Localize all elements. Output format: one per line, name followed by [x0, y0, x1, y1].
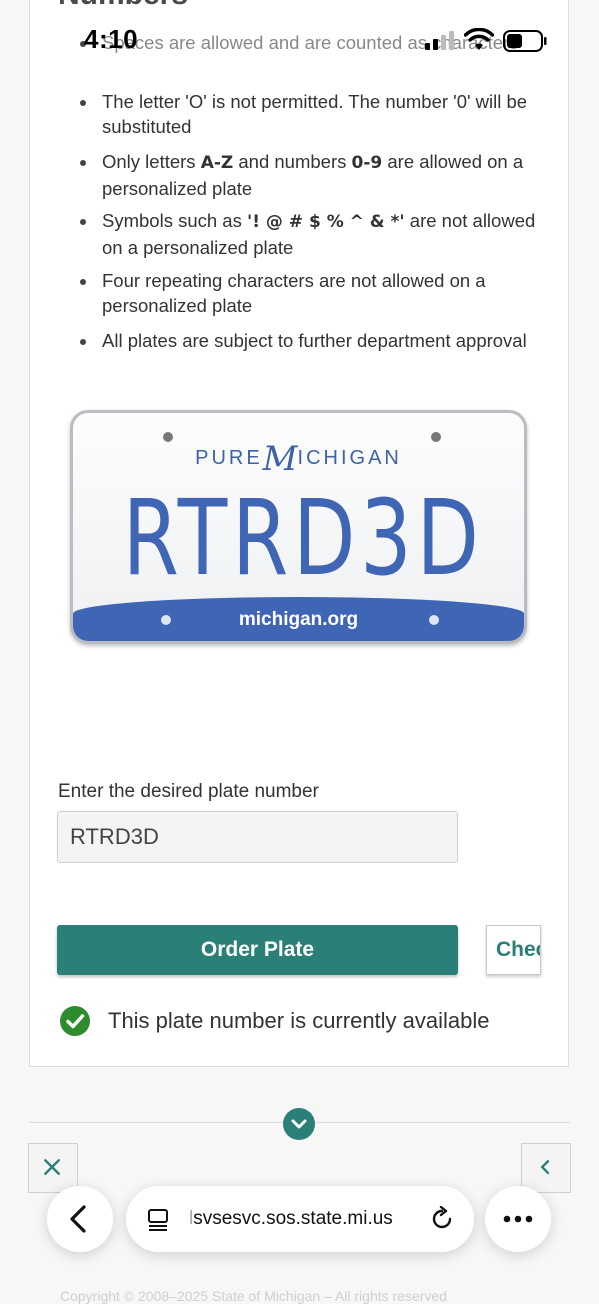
more-options-button[interactable]	[485, 1186, 551, 1252]
status-bar: 4:10	[0, 0, 599, 80]
close-icon	[44, 1159, 60, 1175]
license-plate-preview: PUREMICHIGAN RTRD3D michigan.org	[70, 410, 527, 644]
status-time: 4:10	[84, 24, 139, 54]
rule-item: All plates are subject to further depart…	[80, 328, 527, 353]
chevron-down-icon	[291, 1119, 307, 1129]
plate-number-preview: RTRD3D	[122, 477, 484, 599]
rule-item: Only letters A-Z and numbers 0-9 are all…	[80, 149, 540, 201]
chevron-left-icon	[540, 1160, 550, 1174]
rule-item: Four repeating characters are not allowe…	[80, 268, 540, 318]
rule-item: Symbols such as '! @ # $ % ^ & *' are no…	[80, 208, 540, 260]
rule-item: The letter 'O' is not permitted. The num…	[80, 89, 540, 139]
cellular-signal-icon	[425, 31, 454, 50]
plate-number-label: Enter the desired plate number	[58, 781, 319, 802]
expand-toggle[interactable]	[283, 1108, 315, 1140]
wifi-icon	[464, 28, 494, 50]
browser-back-button[interactable]	[47, 1186, 113, 1252]
plate-tagline: PUREMICHIGAN	[195, 439, 402, 479]
check-availability-button[interactable]: Check	[486, 925, 541, 975]
chevron-left-icon	[70, 1205, 86, 1233]
battery-icon	[503, 30, 547, 52]
page-menu-icon	[148, 1209, 168, 1231]
copyright-text: Copyright © 2008–2025 State of Michigan …	[60, 1288, 447, 1304]
availability-message: This plate number is currently available	[108, 1008, 490, 1033]
check-circle-icon	[60, 1006, 90, 1036]
plate-website: michigan.org	[238, 609, 359, 630]
address-bar[interactable]: lsvsesvc.sos.state.mi.us	[126, 1186, 474, 1252]
more-icon	[503, 1215, 533, 1223]
plate-number-input[interactable]	[57, 811, 458, 863]
reload-icon[interactable]	[429, 1206, 455, 1232]
order-plate-button[interactable]: Order Plate	[57, 925, 458, 975]
url-text: lsvsesvc.sos.state.mi.us	[189, 1208, 393, 1229]
